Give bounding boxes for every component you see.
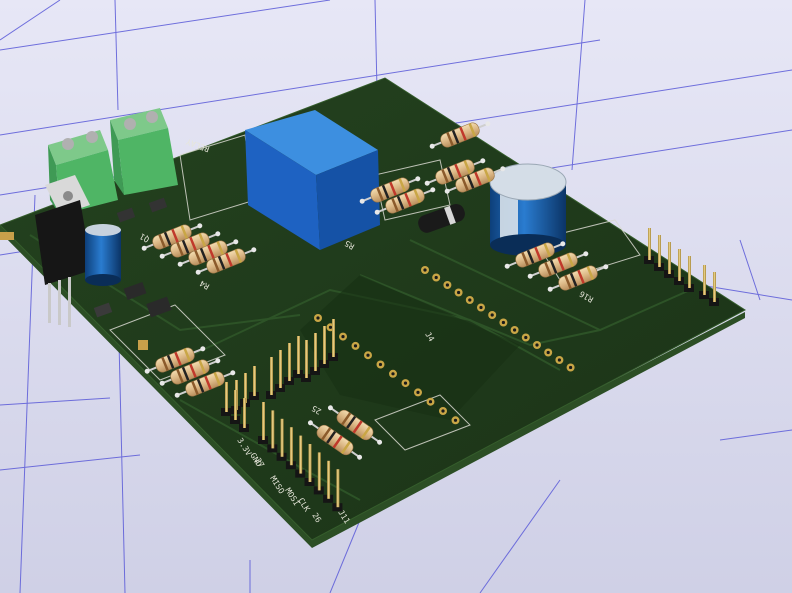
header-pin <box>317 452 321 491</box>
header-pin <box>225 382 228 412</box>
header-pin <box>297 336 300 374</box>
header-pin <box>289 427 293 466</box>
pad-hole <box>391 372 395 376</box>
pad-hole <box>569 365 573 370</box>
capacitor-small[interactable] <box>85 224 121 286</box>
pad-hole <box>428 400 433 404</box>
header-pin <box>648 228 651 260</box>
pad-hole <box>434 275 438 280</box>
header-pin <box>678 249 681 281</box>
pad-hole <box>316 316 320 320</box>
header-pin <box>262 402 265 440</box>
pad-hole <box>513 328 517 332</box>
pad-hole <box>557 358 562 362</box>
header-pin <box>271 410 275 449</box>
header-pin <box>658 235 661 267</box>
capacitor-large[interactable] <box>489 163 567 256</box>
header-pin <box>234 390 237 420</box>
header-pin <box>305 340 308 378</box>
header-pin <box>270 357 273 395</box>
pad-hole <box>546 350 550 355</box>
header-pin <box>243 398 246 428</box>
pad-hole <box>535 343 539 347</box>
header-pin <box>713 272 716 302</box>
header-pin <box>332 319 335 357</box>
3d-pcb-viewer[interactable]: J4 R16 RELAY R5 R4 Q1 25 27 3.3V GND MIS… <box>0 0 792 593</box>
pad-hole <box>445 283 449 287</box>
pad-hole <box>416 390 420 394</box>
pad-hole <box>423 268 427 272</box>
header-pin <box>280 418 284 457</box>
pad-hole <box>403 381 408 385</box>
pad-hole <box>341 335 345 339</box>
header-pin <box>327 460 331 499</box>
pad-hole <box>468 298 472 302</box>
header-pin <box>323 326 326 364</box>
pad-hole <box>501 320 505 325</box>
pad-hole <box>490 313 494 317</box>
header-pin <box>288 343 291 381</box>
pad-hole <box>457 290 461 295</box>
pad-hole <box>479 305 483 310</box>
header-pin <box>314 333 317 371</box>
pcb-3d-scene[interactable]: J4 R16 RELAY R5 R4 Q1 25 27 3.3V GND MIS… <box>0 0 792 593</box>
header-pin <box>308 444 312 482</box>
header-pin <box>668 242 671 274</box>
header-pin <box>336 469 340 508</box>
pad-hole <box>366 353 370 357</box>
pad-hole <box>453 418 458 422</box>
header-pin <box>253 366 256 396</box>
pad-hole <box>353 344 358 348</box>
pad-hole <box>441 409 445 413</box>
header-pin <box>279 350 282 388</box>
header-pin <box>703 265 706 295</box>
header-pin <box>299 435 303 474</box>
header-pin <box>688 256 691 288</box>
pad-hole <box>378 362 383 367</box>
pad-hole <box>524 335 528 340</box>
pad-hole <box>328 325 333 329</box>
